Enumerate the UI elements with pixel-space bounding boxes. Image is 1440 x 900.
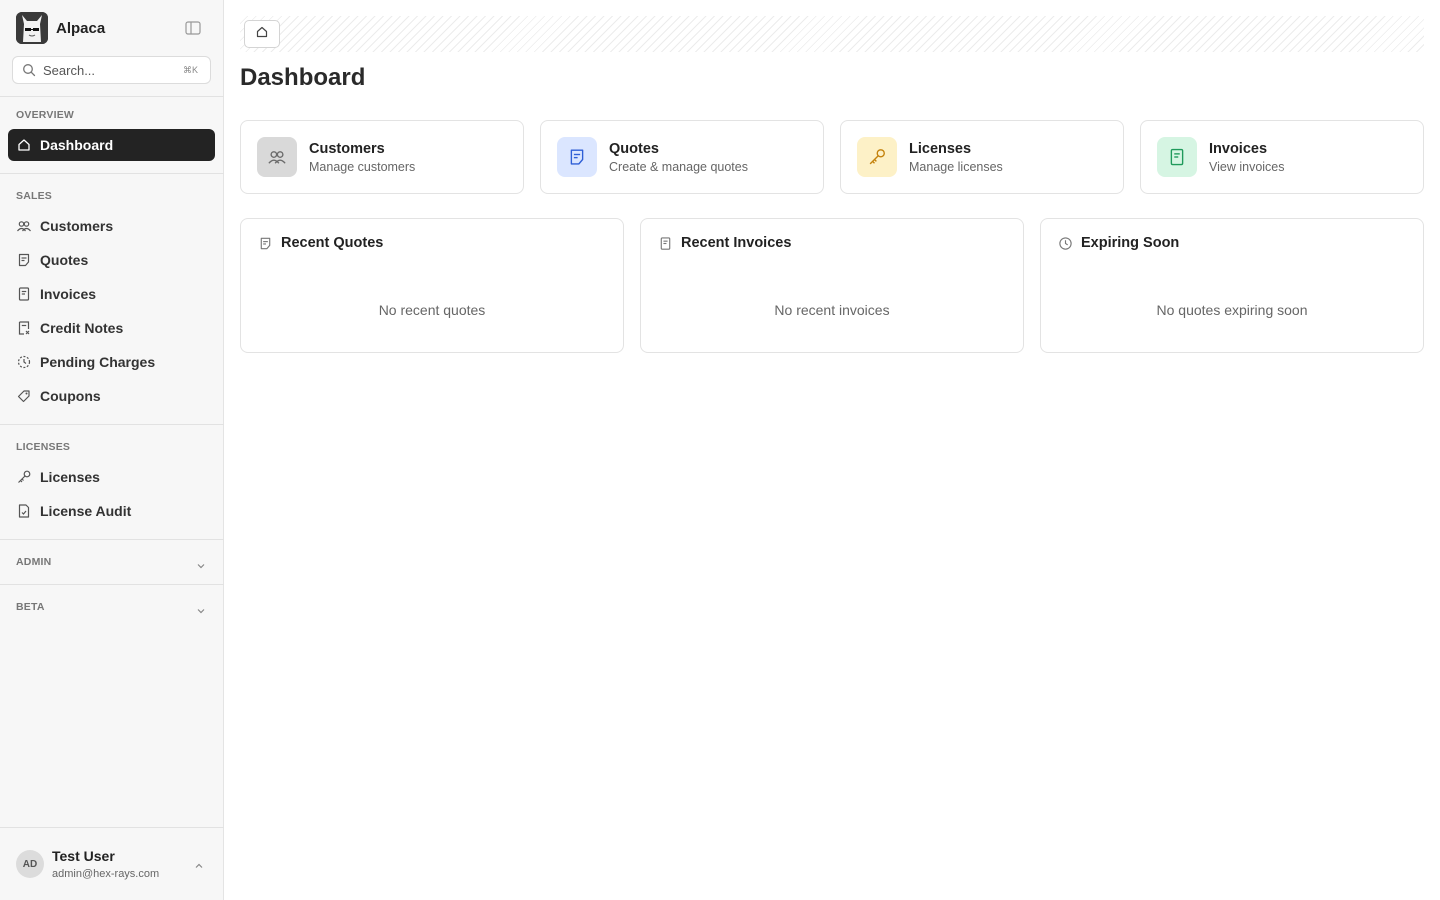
sidebar-item-label: Customers [40,218,114,234]
quick-card-subtitle: Manage licenses [909,160,1003,174]
divider [0,96,224,97]
quick-card-title: Licenses [909,141,972,157]
section-label-overview: OVERVIEW [16,109,75,121]
brand[interactable]: Alpaca [16,12,105,44]
quote-doc-icon [557,137,597,177]
divider [0,424,224,425]
users-icon [16,218,32,234]
quick-card-customers[interactable]: Customers Manage customers [240,120,524,194]
users-icon [257,137,297,177]
sidebar-item-invoices[interactable]: Invoices [8,278,215,310]
sidebar-item-customers[interactable]: Customers [8,210,215,242]
section-label-beta: BETA [16,601,45,613]
receipt-icon [658,236,673,251]
key-icon [16,469,32,485]
file-audit-icon [16,503,32,519]
section-toggle-admin[interactable]: ADMIN [0,552,224,572]
user-email: admin@hex-rays.com [52,868,160,880]
quick-card-title: Invoices [1209,141,1268,157]
section-label-sales: SALES [16,190,53,202]
user-menu[interactable]: AD Test User admin@hex-rays.com [0,827,224,900]
breadcrumb-home-button[interactable] [244,20,280,48]
sidebar-item-credit-notes[interactable]: Credit Notes [8,312,215,344]
quote-doc-icon [258,236,273,251]
chevron-down-icon [196,558,206,569]
sidebar-item-label: Invoices [40,286,97,302]
sidebar-item-license-audit[interactable]: License Audit [8,495,215,527]
chevron-down-icon [196,603,206,614]
chevron-up-icon [193,859,205,871]
alpaca-logo-icon [16,12,48,44]
clock-dashed-icon [16,354,32,370]
sidebar-item-label: Quotes [40,252,89,268]
quick-card-invoices[interactable]: Invoices View invoices [1140,120,1424,194]
quick-card-title: Quotes [609,141,659,157]
section-label-admin: ADMIN [16,556,52,568]
sidebar: Alpaca ⌘K OVERVIEW Dashboard SALES Custo… [0,0,224,900]
panel-recent-quotes: Recent Quotes No recent quotes [240,218,624,353]
empty-state-text: No recent invoices [774,302,890,318]
quick-card-licenses[interactable]: Licenses Manage licenses [840,120,1124,194]
sidebar-item-label: Credit Notes [40,320,124,336]
sidebar-item-pending-charges[interactable]: Pending Charges [8,346,215,378]
sidebar-item-licenses[interactable]: Licenses [8,461,215,493]
panel-title: Recent Quotes [281,235,384,251]
quick-card-subtitle: View invoices [1209,160,1285,174]
receipt-icon [16,286,32,302]
quick-card-subtitle: Create & manage quotes [609,160,748,174]
quick-card-quotes[interactable]: Quotes Create & manage quotes [540,120,824,194]
empty-state-text: No recent quotes [378,302,486,318]
divider [0,584,224,585]
sidebar-item-label: License Audit [40,503,132,519]
search-icon [22,63,36,77]
section-label-licenses: LICENSES [16,441,71,453]
quote-doc-icon [16,252,32,268]
divider [0,173,224,174]
quick-card-title: Customers [309,141,385,157]
panel-title: Expiring Soon [1081,235,1180,251]
sidebar-item-dashboard[interactable]: Dashboard [8,129,215,161]
sidebar-item-label: Pending Charges [40,354,156,370]
receipt-icon [1157,137,1197,177]
avatar: AD [16,850,44,878]
clock-icon [1058,236,1073,251]
divider [0,539,224,540]
breadcrumb [240,16,1424,52]
sidebar-item-label: Coupons [40,388,101,404]
user-name: Test User [52,848,115,864]
search-input[interactable] [43,61,183,79]
home-icon [16,137,32,153]
section-toggle-beta[interactable]: BETA [0,597,224,617]
sidebar-item-label: Dashboard [40,137,114,153]
key-icon [857,137,897,177]
sidebar-item-label: Licenses [40,469,100,485]
search-box: ⌘K [12,56,211,84]
sidebar-item-coupons[interactable]: Coupons [8,380,215,412]
panel-expiring-soon: Expiring Soon No quotes expiring soon [1040,218,1424,353]
panel-title: Recent Invoices [681,235,792,251]
panel-recent-invoices: Recent Invoices No recent invoices [640,218,1024,353]
search-shortcut: ⌘K [182,65,198,75]
app-name: Alpaca [56,19,106,37]
quick-card-subtitle: Manage customers [309,160,416,174]
sidebar-toggle-icon[interactable] [184,20,202,36]
empty-state-text: No quotes expiring soon [1156,302,1308,318]
tag-icon [16,388,32,404]
home-icon [255,25,269,44]
page-title: Dashboard [240,64,366,91]
sidebar-item-quotes[interactable]: Quotes [8,244,215,276]
credit-note-icon [16,320,32,336]
